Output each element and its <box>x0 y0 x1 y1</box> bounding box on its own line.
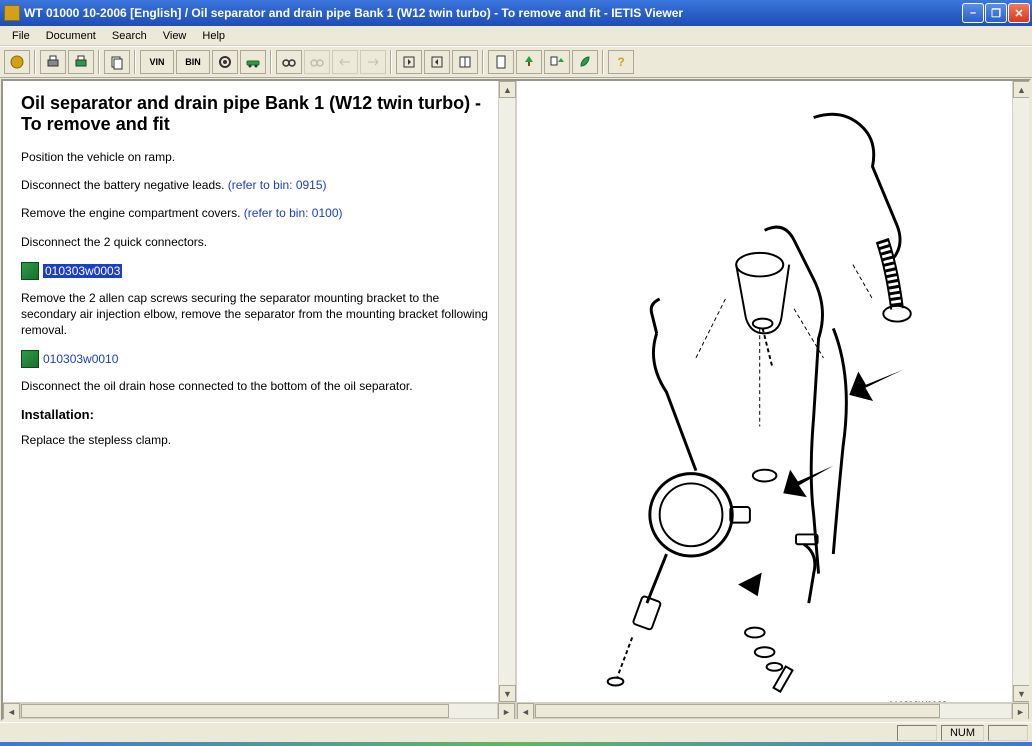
doc-p7: Replace the stepless clamp. <box>21 432 497 448</box>
figure-body: 010303W0008 <box>517 81 1029 702</box>
diagram-svg <box>539 97 951 702</box>
thumb-icon <box>21 350 39 368</box>
doc-p1: Position the vehicle on ramp. <box>21 149 497 165</box>
print-button[interactable] <box>40 50 66 74</box>
text-pane-hscroll[interactable]: ◄ ► <box>3 702 515 719</box>
vin-button[interactable]: VIN <box>140 50 174 74</box>
toolbar: VIN BIN ? <box>0 46 1032 78</box>
scroll-down-icon[interactable]: ▼ <box>1013 685 1030 702</box>
leaf-button[interactable] <box>572 50 598 74</box>
car-button[interactable] <box>240 50 266 74</box>
menu-view[interactable]: View <box>155 28 195 44</box>
figure-pane: 010303W0008 ▲ ▼ ◄ ► <box>517 81 1029 719</box>
document-body: Oil separator and drain pipe Bank 1 (W12… <box>3 81 515 702</box>
image-ref-1[interactable]: 010303w0003 <box>21 262 122 280</box>
scroll-right-icon[interactable]: ► <box>498 703 515 720</box>
forward-button[interactable] <box>424 50 450 74</box>
svg-text:?: ? <box>617 55 624 69</box>
binoculars-button[interactable] <box>276 50 302 74</box>
link-bin-0100[interactable]: (refer to bin: 0100) <box>244 206 343 220</box>
new-doc-button[interactable] <box>488 50 514 74</box>
copy-button[interactable] <box>104 50 130 74</box>
close-button[interactable]: ✕ <box>1008 3 1030 23</box>
app-icon <box>4 5 20 21</box>
text-pane-vscroll[interactable]: ▲ ▼ <box>498 81 515 702</box>
status-empty2 <box>988 725 1028 741</box>
taskbar-hint <box>0 742 1032 746</box>
back-button[interactable] <box>396 50 422 74</box>
figure-pane-hscroll[interactable]: ◄ ► <box>517 702 1029 719</box>
doc-p4: Disconnect the 2 quick connectors. <box>21 234 497 250</box>
print-color-button[interactable] <box>68 50 94 74</box>
figure: 010303W0008 <box>535 93 955 702</box>
doc-p5: Remove the 2 allen cap screws securing t… <box>21 290 497 339</box>
binoculars-dim-button[interactable] <box>304 50 330 74</box>
menu-document[interactable]: Document <box>38 28 104 44</box>
doc-p2: Disconnect the battery negative leads. (… <box>21 177 497 193</box>
scroll-up-icon[interactable]: ▲ <box>499 81 516 98</box>
menubar: File Document Search View Help <box>0 26 1032 46</box>
tree-button[interactable] <box>516 50 542 74</box>
home-button[interactable] <box>4 50 30 74</box>
image-ref-2[interactable]: 010303w0010 <box>21 350 118 368</box>
figure-pane-vscroll[interactable]: ▲ ▼ <box>1012 81 1029 702</box>
nav-dim2-button[interactable] <box>360 50 386 74</box>
doc-p6: Disconnect the oil drain hose connected … <box>21 378 497 394</box>
image-code[interactable]: 010303w0010 <box>43 352 118 366</box>
doc-p3: Remove the engine compartment covers. (r… <box>21 205 497 221</box>
menu-help[interactable]: Help <box>194 28 233 44</box>
help-button[interactable]: ? <box>608 50 634 74</box>
bin-button[interactable]: BIN <box>176 50 210 74</box>
book-button[interactable] <box>452 50 478 74</box>
doc-h3: Installation: <box>21 407 497 422</box>
window-title: WT 01000 10-2006 [English] / Oil separat… <box>24 6 962 20</box>
doc-heading: Oil separator and drain pipe Bank 1 (W12… <box>21 93 497 135</box>
scroll-left-icon[interactable]: ◄ <box>517 703 534 720</box>
menu-search[interactable]: Search <box>104 28 155 44</box>
menu-file[interactable]: File <box>4 28 38 44</box>
figure-caption: 010303W0008 <box>888 700 947 702</box>
tree-doc-button[interactable] <box>544 50 570 74</box>
scroll-right-icon[interactable]: ► <box>1012 703 1029 720</box>
minimize-button[interactable]: – <box>962 3 984 23</box>
titlebar: WT 01000 10-2006 [English] / Oil separat… <box>0 0 1032 26</box>
thumb-icon <box>21 262 39 280</box>
status-num: NUM <box>941 725 984 741</box>
content-area: Oil separator and drain pipe Bank 1 (W12… <box>1 79 1031 721</box>
scroll-down-icon[interactable]: ▼ <box>499 685 516 702</box>
scroll-left-icon[interactable]: ◄ <box>3 703 20 720</box>
scroll-up-icon[interactable]: ▲ <box>1013 81 1030 98</box>
gear-button[interactable] <box>212 50 238 74</box>
statusbar: NUM <box>0 722 1032 742</box>
text-pane: Oil separator and drain pipe Bank 1 (W12… <box>3 81 517 719</box>
maximize-button[interactable]: ❐ <box>985 3 1007 23</box>
nav-dim1-button[interactable] <box>332 50 358 74</box>
image-code-selected[interactable]: 010303w0003 <box>43 264 122 278</box>
status-empty <box>897 725 937 741</box>
link-bin-0915[interactable]: (refer to bin: 0915) <box>228 178 327 192</box>
